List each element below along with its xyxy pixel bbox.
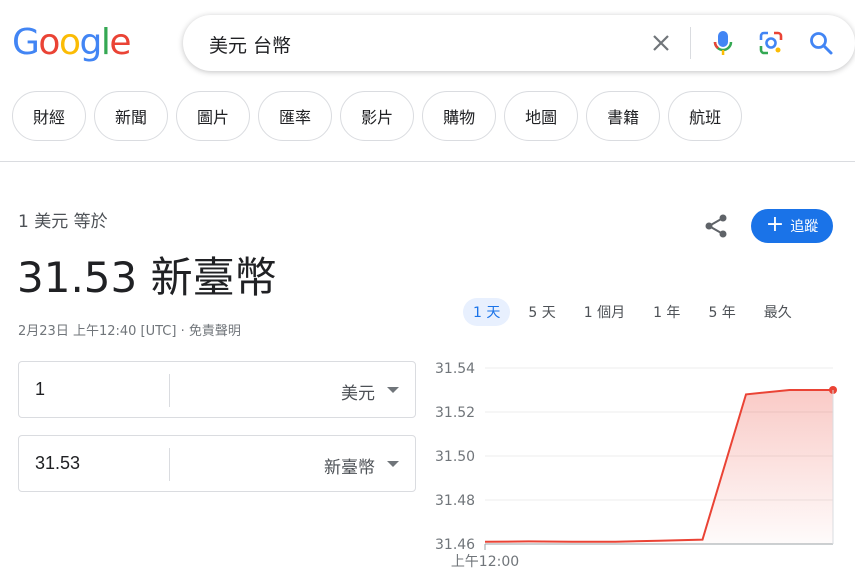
search-filter-chips: 財經 新聞 圖片 匯率 影片 購物 地圖 書籍 航班: [12, 91, 743, 141]
chip-shopping[interactable]: 購物: [422, 91, 497, 141]
chip-flights[interactable]: 航班: [668, 91, 743, 141]
y-tick-label: 31.46: [435, 537, 475, 553]
timestamp-separator: ·: [176, 324, 189, 339]
logo-letter: g: [79, 22, 102, 63]
to-amount-input[interactable]: 31.53: [35, 453, 80, 474]
from-amount-input[interactable]: 1: [35, 379, 45, 400]
camera-lens-icon[interactable]: [757, 29, 785, 57]
search-input[interactable]: 美元 台幣: [209, 31, 291, 58]
exchange-rate-chart[interactable]: 31.54 31.52 31.50 31.48 31.46 上午12:00: [425, 352, 855, 572]
x-tick-label: 上午12:00: [451, 554, 519, 570]
search-icon[interactable]: [807, 29, 835, 57]
time-range-tabs: 1 天 5 天 1 個月 1 年 5 年 最久: [463, 298, 802, 326]
y-tick-label: 31.48: [435, 493, 475, 509]
y-tick-label: 31.50: [435, 449, 475, 465]
y-tick-label: 31.54: [435, 361, 475, 377]
field-separator: [169, 374, 170, 407]
tab-5-years[interactable]: 5 年: [698, 298, 745, 326]
field-separator: [169, 448, 170, 481]
logo-letter: e: [109, 22, 131, 63]
to-currency-field[interactable]: 31.53 新臺幣: [18, 435, 416, 492]
close-icon[interactable]: [649, 31, 673, 55]
chip-finance[interactable]: 財經: [12, 91, 87, 141]
to-currency-select[interactable]: 新臺幣: [324, 453, 375, 478]
google-logo[interactable]: Google: [12, 22, 131, 63]
chip-images[interactable]: 圖片: [176, 91, 251, 141]
tab-max[interactable]: 最久: [754, 298, 802, 326]
search-box[interactable]: 美元 台幣: [183, 15, 855, 71]
tab-5-days[interactable]: 5 天: [518, 298, 565, 326]
plus-icon: +: [765, 212, 785, 237]
equals-label: 1 美元 等於: [18, 212, 108, 232]
follow-button[interactable]: + 追蹤: [751, 209, 833, 243]
timestamp: 2月23日 上午12:40 [UTC]: [18, 324, 177, 339]
logo-letter: o: [38, 22, 60, 63]
y-tick-label: 31.52: [435, 405, 475, 421]
follow-label: 追蹤: [790, 219, 819, 235]
from-currency-select[interactable]: 美元: [341, 379, 375, 404]
tab-1-year[interactable]: 1 年: [643, 298, 690, 326]
chevron-down-icon[interactable]: [387, 461, 399, 467]
chevron-down-icon[interactable]: [387, 387, 399, 393]
conversion-result: 31.53 新臺幣: [17, 253, 277, 302]
search-divider: [690, 27, 691, 59]
microphone-icon[interactable]: [709, 28, 737, 58]
chip-maps[interactable]: 地圖: [504, 91, 579, 141]
logo-letter: l: [100, 22, 111, 63]
header-divider: [0, 161, 855, 162]
chip-news[interactable]: 新聞: [94, 91, 169, 141]
logo-letter: o: [58, 22, 81, 63]
tab-1-month[interactable]: 1 個月: [574, 298, 635, 326]
chip-books[interactable]: 書籍: [586, 91, 661, 141]
logo-letter: G: [12, 22, 40, 63]
disclaimer-link[interactable]: 免責聲明: [189, 324, 241, 339]
from-currency-field[interactable]: 1 美元: [18, 361, 416, 418]
chart-area: [485, 390, 833, 544]
timestamp-line: 2月23日 上午12:40 [UTC] · 免責聲明: [18, 320, 241, 339]
tab-1-day[interactable]: 1 天: [463, 298, 511, 326]
chip-videos[interactable]: 影片: [340, 91, 415, 141]
chip-exchange-rate[interactable]: 匯率: [258, 91, 333, 141]
share-icon[interactable]: [703, 213, 729, 239]
